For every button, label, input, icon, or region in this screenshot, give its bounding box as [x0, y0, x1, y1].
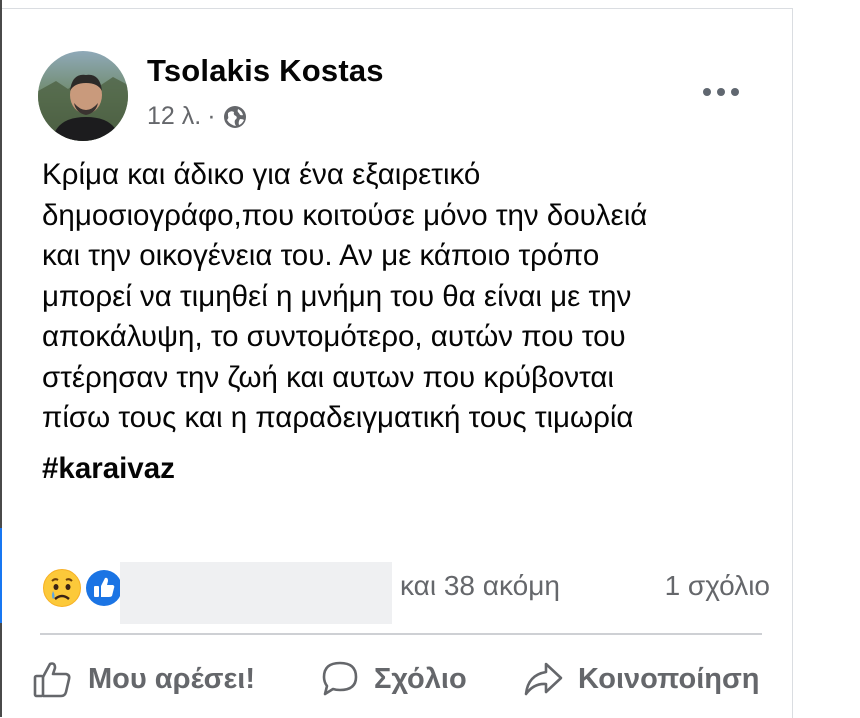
divider [40, 633, 762, 635]
post-time[interactable]: 12 λ. [147, 102, 201, 131]
reactions-summary[interactable]: και 38 ακόμη 1 σχόλιο [40, 562, 770, 624]
avatar-photo [38, 51, 128, 141]
author-name[interactable]: Tsolakis Kostas [147, 53, 384, 89]
comments-count[interactable]: 1 σχόλιο [665, 570, 770, 602]
screenshot-frame: Tsolakis Kostas 12 λ. · Κρίμα και άδικο … [0, 0, 860, 718]
dot-icon [703, 88, 711, 96]
comment-bubble-icon [322, 661, 358, 696]
more-options-icon[interactable] [694, 75, 748, 109]
reactor-names-redacted [120, 562, 392, 624]
share-button[interactable]: Κοινοποίηση [522, 653, 760, 705]
globe-icon[interactable] [222, 104, 248, 130]
sad-reaction-icon [40, 566, 84, 610]
comment-button-label: Σχόλιο [374, 662, 467, 695]
reactions-others-count[interactable]: και 38 ακόμη [400, 570, 560, 602]
like-button-label: Μου αρέσει! [88, 662, 255, 695]
post-card: Tsolakis Kostas 12 λ. · Κρίμα και άδικο … [2, 8, 793, 718]
share-arrow-icon [524, 662, 563, 696]
hashtag-link[interactable]: #karaivaz [42, 452, 175, 486]
avatar[interactable] [38, 51, 128, 141]
share-button-label: Κοινοποίηση [578, 662, 760, 695]
post-meta: 12 λ. · [147, 102, 248, 131]
thumbs-up-icon [33, 662, 71, 698]
like-button[interactable]: Μου αρέσει! [32, 653, 255, 705]
meta-separator: · [207, 102, 216, 130]
post-body-text: Κρίμα και άδικο για ένα εξαιρετικό δημοσ… [42, 158, 648, 434]
action-bar: Μου αρέσει! Σχόλιο Κοινοποίηση [32, 653, 792, 709]
dot-icon [731, 88, 739, 96]
dot-icon [717, 88, 725, 96]
comment-button[interactable]: Σχόλιο [320, 653, 467, 705]
